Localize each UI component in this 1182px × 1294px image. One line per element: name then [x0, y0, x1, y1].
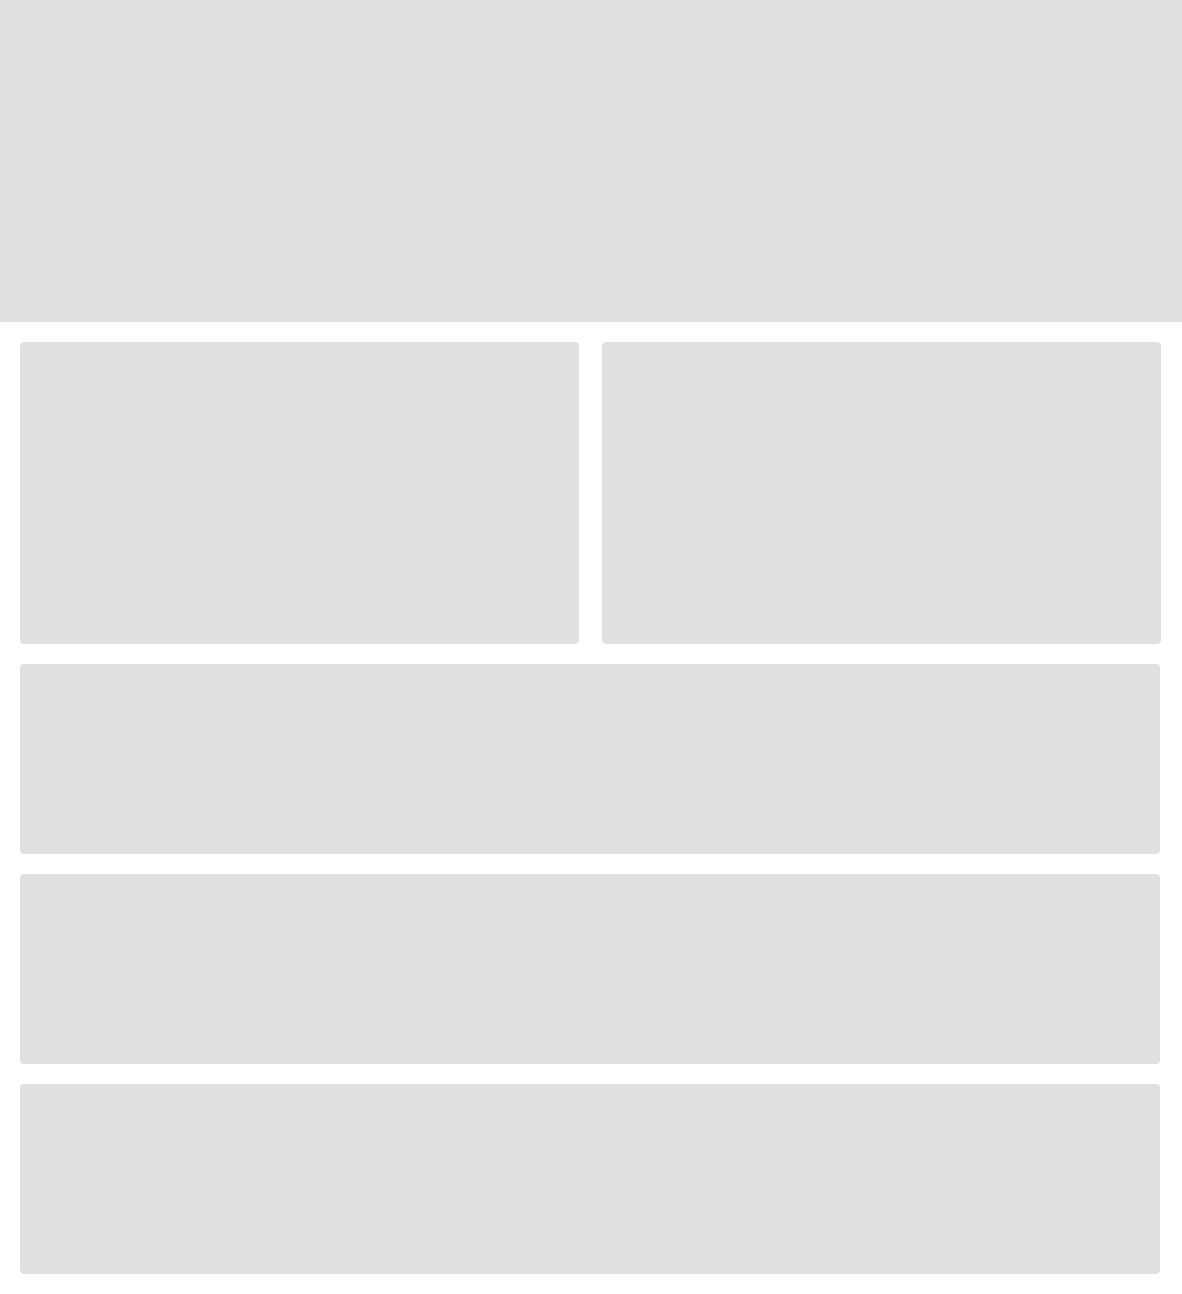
section-placeholder-3 [20, 1084, 1160, 1274]
hero-banner-placeholder [0, 0, 1182, 322]
section-placeholder-2 [20, 874, 1160, 1064]
section-placeholder-1 [20, 664, 1160, 854]
card-placeholder-right [602, 342, 1161, 644]
card-placeholder-left [20, 342, 579, 644]
